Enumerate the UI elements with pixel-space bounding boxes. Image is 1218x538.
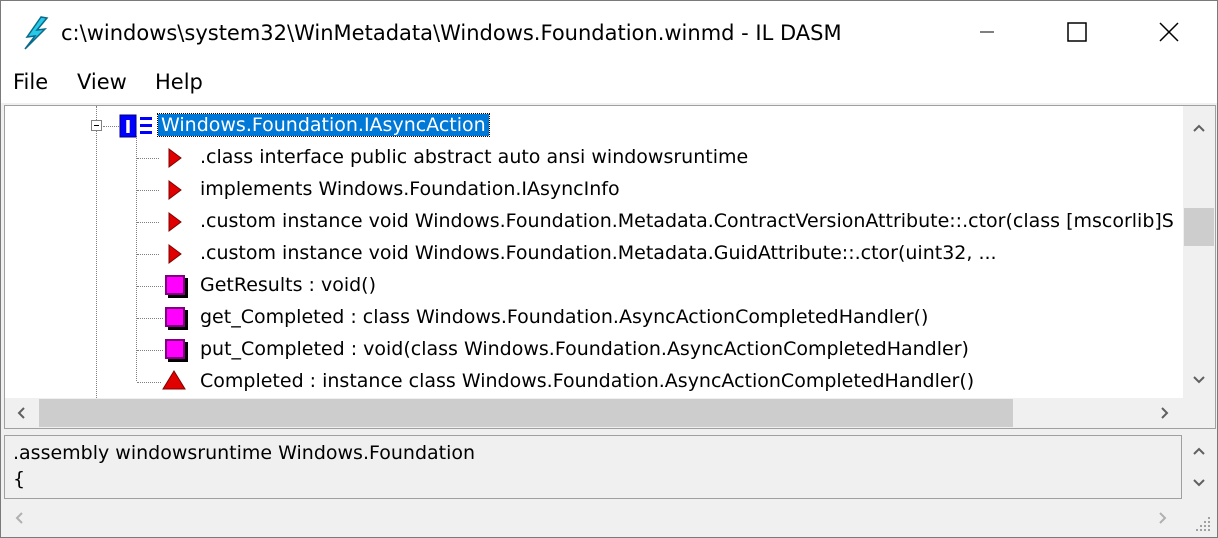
scroll-up-button[interactable] xyxy=(1182,439,1216,463)
tree-connector xyxy=(137,318,163,319)
tree-connector xyxy=(137,382,161,383)
maximize-icon xyxy=(1067,22,1087,42)
tree-node-label[interactable]: put_Completed : void(class Windows.Found… xyxy=(200,338,969,360)
maximize-button[interactable] xyxy=(1031,1,1123,63)
scroll-down-button[interactable] xyxy=(1183,368,1215,392)
tree-node-class-info[interactable]: .class interface public abstract auto an… xyxy=(5,142,1183,174)
detail-text[interactable]: .assembly windowsruntime Windows.Foundat… xyxy=(4,435,1182,499)
tree-node-label[interactable]: .class interface public abstract auto an… xyxy=(200,146,748,168)
close-icon xyxy=(1159,22,1179,42)
tree-node-custom-attribute[interactable]: .custom instance void Windows.Foundation… xyxy=(5,238,1183,270)
tree-node-custom-attribute[interactable]: .custom instance void Windows.Foundation… xyxy=(5,206,1183,238)
tree-node-property[interactable]: Completed : instance class Windows.Found… xyxy=(5,366,1183,398)
tree-pane[interactable]: I Windows.Foundation.IAsyncAction .class… xyxy=(4,105,1216,429)
tree-connector xyxy=(137,222,159,223)
tree-node-method[interactable]: put_Completed : void(class Windows.Found… xyxy=(5,334,1183,366)
svg-text:I: I xyxy=(125,117,132,138)
tree-node-label[interactable]: .custom instance void Windows.Foundation… xyxy=(200,242,997,264)
scroll-right-button[interactable] xyxy=(1151,398,1179,428)
scroll-left-button[interactable] xyxy=(7,398,35,428)
ildasm-window: c:\windows\system32\WinMetadata\Windows.… xyxy=(0,0,1218,538)
chevron-right-icon xyxy=(1159,512,1167,524)
scroll-thumb[interactable] xyxy=(39,399,1013,427)
tree-node-label[interactable]: .custom instance void Windows.Foundation… xyxy=(200,210,1174,232)
tree-node-label[interactable]: get_Completed : class Windows.Foundation… xyxy=(200,306,928,328)
menu-file[interactable]: File xyxy=(13,70,48,94)
menu-help[interactable]: Help xyxy=(155,70,203,94)
detail-horizontal-scrollbar[interactable] xyxy=(4,501,1182,535)
menu-view[interactable]: View xyxy=(77,70,127,94)
minimize-icon xyxy=(980,31,994,33)
scroll-left-button[interactable] xyxy=(6,505,32,531)
chevron-down-icon xyxy=(1193,376,1205,384)
tree-connector xyxy=(137,286,163,287)
tree-node-label[interactable]: Windows.Foundation.IAsyncAction xyxy=(157,113,490,137)
window-title: c:\windows\system32\WinMetadata\Windows.… xyxy=(61,21,842,45)
chevron-up-icon xyxy=(1193,124,1205,132)
class-info-icon xyxy=(168,180,182,200)
title-bar[interactable]: c:\windows\system32\WinMetadata\Windows.… xyxy=(1,1,1217,63)
tree-horizontal-scrollbar[interactable] xyxy=(5,398,1183,428)
tree-vertical-scrollbar[interactable] xyxy=(1183,106,1215,398)
collapse-expander-icon[interactable] xyxy=(91,120,102,131)
menu-bar: File View Help xyxy=(1,63,1217,103)
scroll-right-button[interactable] xyxy=(1150,505,1176,531)
tree-node-root[interactable]: I Windows.Foundation.IAsyncAction xyxy=(5,110,1183,142)
method-icon xyxy=(165,275,185,295)
class-info-icon xyxy=(168,244,182,264)
tree-node-label[interactable]: GetResults : void() xyxy=(200,274,376,296)
chevron-left-icon xyxy=(15,512,23,524)
tree-connector xyxy=(137,254,159,255)
detail-line: { xyxy=(13,468,26,490)
tree-node-method[interactable]: get_Completed : class Windows.Foundation… xyxy=(5,302,1183,334)
scroll-up-button[interactable] xyxy=(1183,116,1215,140)
chevron-left-icon xyxy=(17,407,25,419)
scroll-thumb[interactable] xyxy=(1184,208,1214,246)
interface-icon: I xyxy=(119,114,152,138)
class-info-icon xyxy=(168,148,182,168)
chevron-up-icon xyxy=(1193,447,1205,455)
detail-vertical-scrollbar[interactable] xyxy=(1182,435,1216,499)
ildasm-lightning-icon xyxy=(24,16,49,50)
tree-node-implements[interactable]: implements Windows.Foundation.IAsyncInfo xyxy=(5,174,1183,206)
tree-node-label[interactable]: Completed : instance class Windows.Found… xyxy=(200,370,974,392)
tree-node-label[interactable]: implements Windows.Foundation.IAsyncInfo xyxy=(200,178,620,200)
detail-line: .assembly windowsruntime Windows.Foundat… xyxy=(13,442,476,464)
class-info-icon xyxy=(168,212,182,232)
chevron-right-icon xyxy=(1161,407,1169,419)
scrollbar-corner xyxy=(1183,398,1215,428)
scroll-down-button[interactable] xyxy=(1182,471,1216,495)
tree-view[interactable]: I Windows.Foundation.IAsyncAction .class… xyxy=(5,106,1183,398)
tree-connector xyxy=(137,190,159,191)
property-icon xyxy=(162,370,186,390)
tree-node-method[interactable]: GetResults : void() xyxy=(5,270,1183,302)
detail-pane[interactable]: .assembly windowsruntime Windows.Foundat… xyxy=(4,435,1216,537)
method-icon xyxy=(165,339,185,359)
tree-connector xyxy=(137,350,163,351)
method-icon xyxy=(165,307,185,327)
resize-grip-icon[interactable] xyxy=(1194,515,1212,533)
chevron-down-icon xyxy=(1193,479,1205,487)
close-button[interactable] xyxy=(1123,1,1215,63)
minimize-button[interactable] xyxy=(941,1,1033,63)
tree-connector xyxy=(103,126,119,127)
tree-connector xyxy=(137,158,159,159)
